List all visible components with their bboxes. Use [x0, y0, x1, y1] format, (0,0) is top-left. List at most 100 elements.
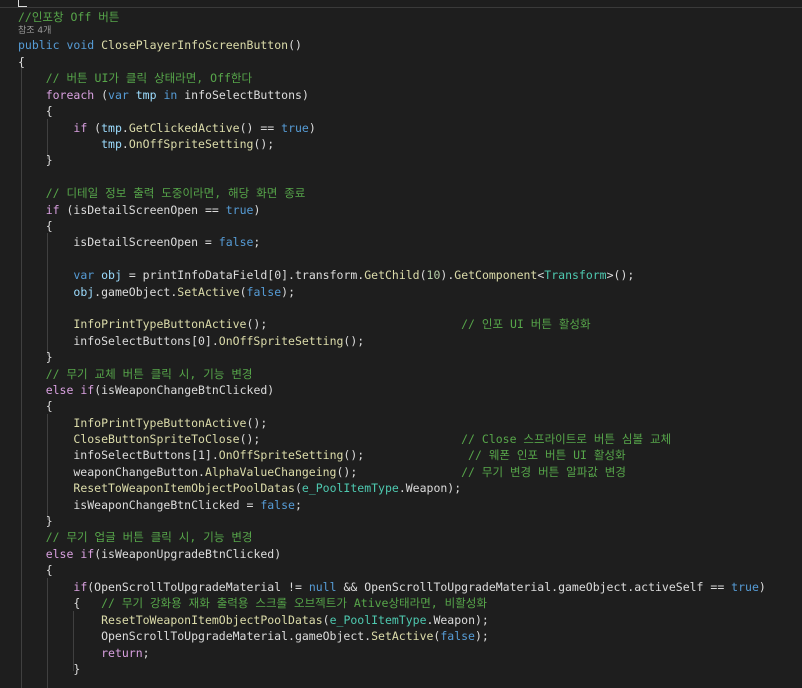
code-token: // 버튼 UI가 클릭 상태라면, Off한다	[45, 71, 253, 85]
code-line[interactable]: obj.gameObject.SetActive(false);	[18, 284, 295, 300]
code-token: false	[218, 235, 254, 249]
code-token: // 무기 교체 버튼 클릭 시, 기능 변경	[45, 367, 253, 381]
code-token: (	[239, 285, 247, 299]
code-line[interactable]: {	[18, 103, 53, 119]
code-line[interactable]: {	[18, 398, 53, 414]
code-token: {	[18, 55, 25, 69]
code-token: // 무기 업글 버튼 클릭 시, 기능 변경	[45, 530, 253, 544]
code-line[interactable]: ResetToWeaponItemObjectPoolDatas(e_PoolI…	[18, 612, 489, 628]
code-token: }	[18, 153, 53, 167]
code-line[interactable]: else if(isWeaponUpgradeBtnClicked)	[18, 546, 281, 562]
code-line[interactable]: }	[18, 661, 80, 677]
code-token: if	[80, 547, 95, 561]
code-line[interactable]: {	[18, 562, 53, 578]
code-token: obj	[101, 268, 122, 282]
code-token: .	[121, 121, 129, 135]
code-line[interactable]: else if(isWeaponChangeBtnClicked)	[18, 382, 275, 398]
code-line[interactable]: InfoPrintTypeButtonActive();	[18, 415, 267, 431]
code-line[interactable]: isDetailScreenOpen = false;	[18, 234, 260, 250]
code-line[interactable]: // 버튼 UI가 클릭 상태라면, Off한다	[18, 70, 252, 86]
code-line[interactable]: isWeaponChangeBtnClicked = false;	[18, 497, 302, 513]
code-token: ;	[253, 235, 261, 249]
code-line[interactable]: var obj = printInfoDataField[0].transfor…	[18, 267, 634, 283]
code-line[interactable]: {	[18, 218, 53, 234]
code-token: Transform	[544, 268, 607, 282]
code-line[interactable]: tmp.OnOffSpriteSetting();	[18, 136, 274, 152]
code-line[interactable]: foreach (var tmp in infoSelectButtons)	[18, 87, 309, 103]
code-line[interactable]: return;	[18, 645, 149, 661]
code-line[interactable]: { // 무기 강화용 재화 출력용 스크롤 오브젝트가 Ative상태라면, …	[18, 595, 487, 611]
code-token: // 무기 강화용 재화 출력용 스크롤 오브젝트가 Ative상태라면, 비활…	[101, 596, 487, 610]
code-line[interactable]: infoSelectButtons[1].OnOffSpriteSetting(…	[18, 447, 626, 463]
code-token: // 웨폰 인포 버튼 UI 활성화	[468, 448, 626, 462]
code-token: }	[18, 350, 53, 364]
code-token: (isWeaponUpgradeBtnClicked)	[94, 547, 282, 561]
code-token: infoSelectButtons[0].	[18, 334, 219, 348]
code-line[interactable]: }	[18, 513, 53, 529]
code-token: )	[308, 121, 316, 135]
code-line[interactable]: weaponChangeButton.AlphaValueChangeing()…	[18, 464, 626, 480]
code-token: obj	[73, 285, 95, 299]
code-token: if	[45, 203, 60, 217]
code-editor[interactable]: 참조 4개 //인포창 Off 버튼 public void ClosePlaye…	[0, 0, 802, 688]
code-line[interactable]: OpenScrollToUpgradeMaterial.gameObject.S…	[18, 628, 489, 644]
code-line[interactable]: if (tmp.GetClickedActive() == true)	[18, 120, 316, 136]
code-line[interactable]: //인포창 Off 버튼	[18, 9, 119, 25]
code-line[interactable]: public void ClosePlayerInfoScreenButton(…	[18, 37, 302, 53]
code-line[interactable]: InfoPrintTypeButtonActive(); // 인포 UI 버튼…	[18, 316, 590, 332]
code-token: tmp	[101, 121, 122, 135]
code-token: )	[758, 580, 766, 594]
code-token: ).	[440, 268, 455, 282]
code-token: }	[18, 514, 53, 528]
code-token: && OpenScrollToUpgradeMaterial.gameObjec…	[336, 580, 732, 594]
code-token: GetChild	[364, 268, 420, 282]
code-token: e_PoolItemType	[329, 613, 427, 627]
code-line[interactable]: }	[18, 349, 53, 365]
code-token: (isDetailScreenOpen ==	[59, 203, 226, 217]
code-line[interactable]: // 무기 업글 버튼 클릭 시, 기능 변경	[18, 529, 253, 545]
code-token: ();	[343, 334, 365, 348]
code-token: foreach	[45, 88, 95, 102]
codelens-references[interactable]: 참조 4개	[18, 24, 51, 38]
code-token: weaponChangeButton.	[18, 465, 205, 479]
code-line[interactable]: ResetToWeaponItemObjectPoolDatas(e_PoolI…	[18, 480, 461, 496]
code-token: .Weapon);	[398, 481, 462, 495]
code-line[interactable]: // 디테일 정보 출력 도중이라면, 해당 화면 종료	[18, 185, 306, 201]
code-line[interactable]: infoSelectButtons[0].OnOffSpriteSetting(…	[18, 333, 364, 349]
code-token: .gameObject.	[94, 285, 178, 299]
code-token: SetActive	[371, 629, 434, 643]
code-token: else	[45, 383, 74, 397]
code-token: .Weapon);	[426, 613, 489, 627]
code-token: true	[281, 121, 309, 135]
code-token: return	[101, 646, 143, 660]
code-token: ResetToWeaponItemObjectPoolDatas	[73, 481, 295, 495]
code-token: isWeaponChangeBtnClicked =	[18, 498, 261, 512]
code-token: e_PoolItemType	[301, 481, 399, 495]
code-token: tmp	[135, 88, 157, 102]
code-line[interactable]: if(OpenScrollToUpgradeMaterial != null &…	[18, 579, 766, 595]
code-token: (	[294, 481, 302, 495]
code-line[interactable]: {	[18, 54, 25, 70]
code-token: GetComponent	[454, 268, 538, 282]
code-line[interactable]: CloseButtonSpriteToClose(); // Close 스프라…	[18, 431, 671, 447]
code-token: // Close 스프라이트로 버튼 심볼 교체	[461, 432, 672, 446]
code-token: }	[18, 662, 81, 676]
code-token: );	[474, 629, 489, 643]
code-line[interactable]: if (isDetailScreenOpen == true)	[18, 202, 261, 218]
code-token: else	[45, 547, 74, 561]
code-line[interactable]: }	[18, 152, 53, 168]
code-token: if	[73, 121, 88, 135]
code-token: void	[66, 38, 95, 52]
code-line[interactable]: // 무기 교체 버튼 클릭 시, 기능 변경	[18, 366, 253, 382]
code-token: OnOffSpriteSetting	[218, 334, 344, 348]
